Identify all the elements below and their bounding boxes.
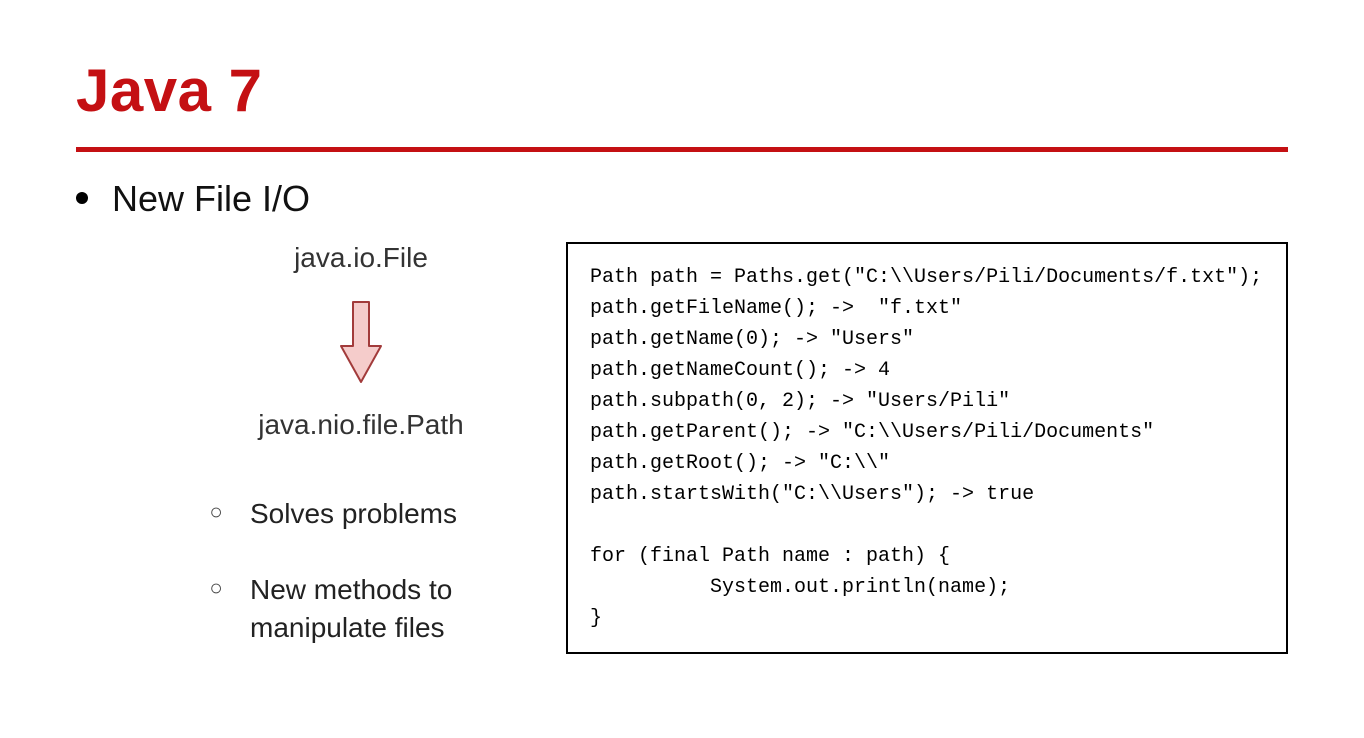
title-rule	[76, 147, 1288, 152]
code-block: Path path = Paths.get("C:\\Users/Pili/Do…	[566, 242, 1288, 654]
sub-item-text: Solves problems	[250, 495, 457, 533]
old-api-label: java.io.File	[294, 242, 428, 274]
content-area: java.io.File java.nio.file.Path ○ Solves…	[76, 242, 1288, 684]
sub-item-text: New methods to manipulate files	[250, 571, 510, 647]
bullet-row: New File I/O	[76, 178, 1288, 220]
bullet-dot-icon	[76, 192, 88, 204]
bullet-text: New File I/O	[112, 178, 310, 220]
sub-item: ○ New methods to manipulate files	[206, 571, 526, 647]
left-column: java.io.File java.nio.file.Path ○ Solves…	[196, 242, 526, 684]
slide-title: Java 7	[76, 56, 1288, 125]
sub-list: ○ Solves problems ○ New methods to manip…	[196, 495, 526, 684]
new-api-label: java.nio.file.Path	[258, 409, 463, 441]
sub-item: ○ Solves problems	[206, 495, 526, 533]
circle-bullet-icon: ○	[206, 571, 226, 605]
down-arrow-icon	[339, 300, 383, 391]
slide: Java 7 New File I/O java.io.File java.ni…	[0, 0, 1364, 724]
circle-bullet-icon: ○	[206, 495, 226, 529]
